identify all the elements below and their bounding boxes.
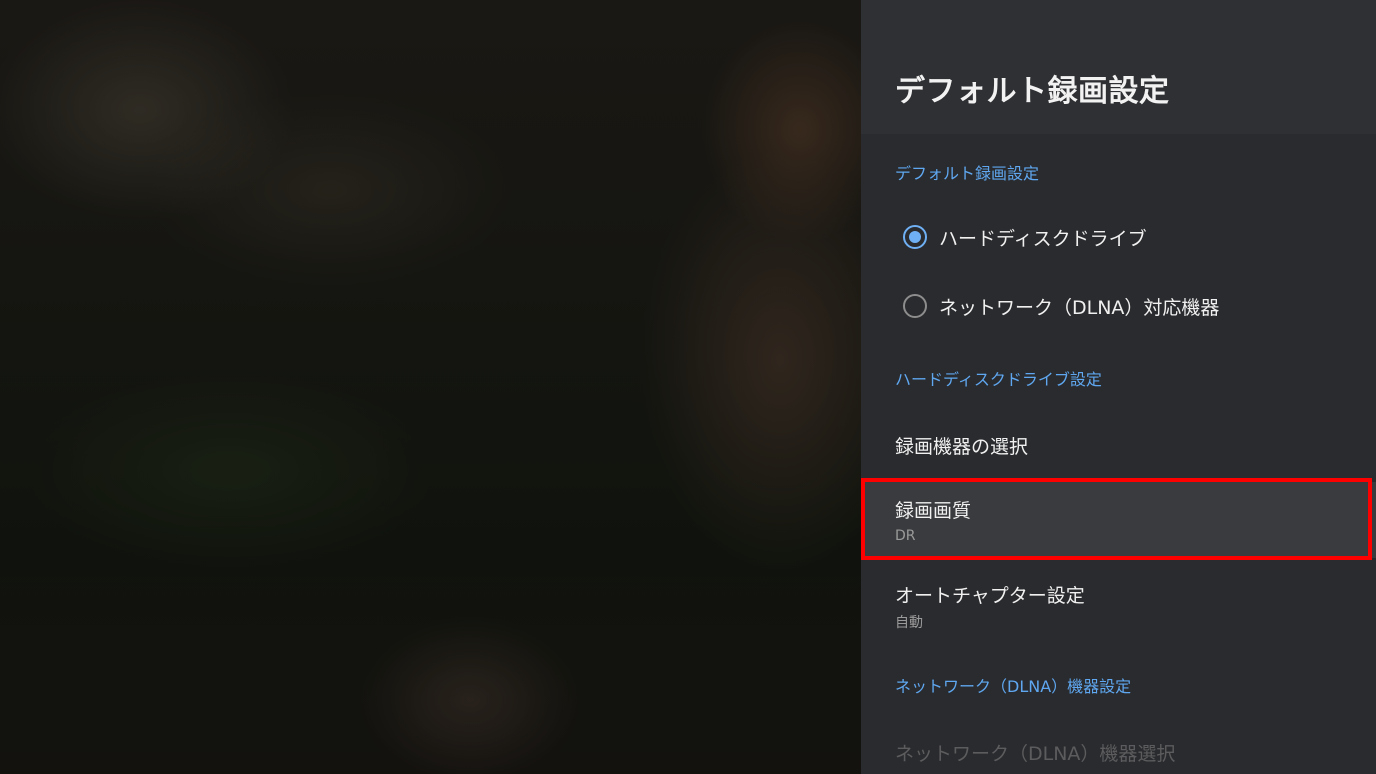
- radio-option-label: ネットワーク（DLNA）対応機器: [939, 296, 1220, 319]
- menu-item-select-recorder[interactable]: 録画機器の選択: [861, 414, 1376, 474]
- menu-item-title: 録画画質: [895, 500, 972, 522]
- menu-item-recording-quality[interactable]: 録画画質 DR: [861, 482, 1376, 558]
- menu-item-auto-chapter[interactable]: オートチャプター設定 自動: [861, 566, 1376, 642]
- settings-panel: デフォルト録画設定 デフォルト録画設定 ハードディスクドライブ ネットワーク（D…: [861, 0, 1376, 774]
- menu-item-value: 自動: [895, 615, 923, 631]
- tv-settings-screen: デフォルト録画設定 デフォルト録画設定 ハードディスクドライブ ネットワーク（D…: [0, 0, 1376, 774]
- menu-item-value: DR: [895, 528, 916, 544]
- section-label-hdd-settings: ハードディスクドライブ設定: [895, 370, 1102, 389]
- background-dim-overlay: [0, 0, 861, 774]
- menu-item-title: 録画機器の選択: [895, 436, 1029, 458]
- section-label-dlna-settings: ネットワーク（DLNA）機器設定: [895, 677, 1132, 696]
- radio-option-label: ハードディスクドライブ: [939, 227, 1147, 250]
- menu-item-title: ネットワーク（DLNA）機器選択: [895, 743, 1176, 765]
- radio-option-dlna[interactable]: ネットワーク（DLNA）対応機器: [895, 286, 1355, 326]
- background-photo: [0, 0, 861, 774]
- radio-unchecked-icon[interactable]: [903, 294, 927, 318]
- section-label-default-recording: デフォルト録画設定: [895, 164, 1040, 183]
- menu-item-title: オートチャプター設定: [895, 585, 1085, 607]
- panel-title: デフォルト録画設定: [895, 74, 1170, 109]
- panel-header: デフォルト録画設定: [861, 0, 1376, 134]
- radio-checked-icon[interactable]: [903, 225, 927, 249]
- radio-option-hdd[interactable]: ハードディスクドライブ: [895, 217, 1355, 257]
- menu-item-select-dlna-device: ネットワーク（DLNA）機器選択: [861, 720, 1376, 774]
